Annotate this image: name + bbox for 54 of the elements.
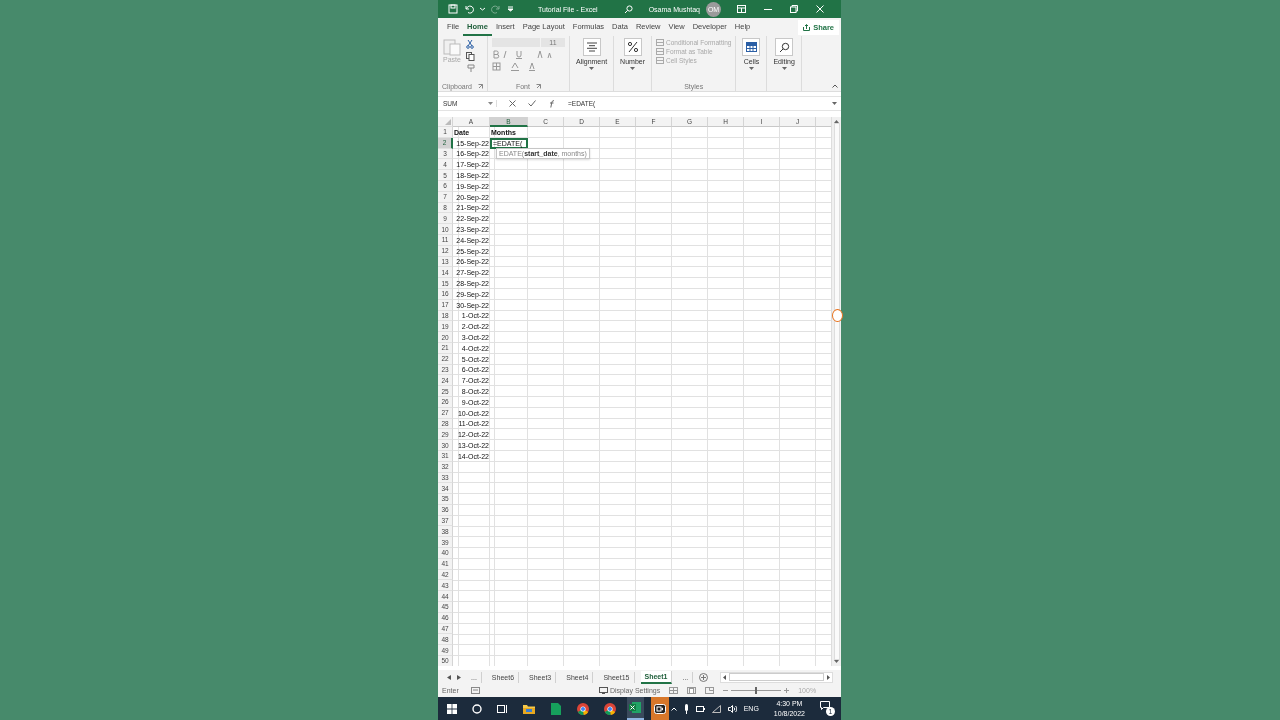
save-icon[interactable] bbox=[448, 4, 458, 14]
volume-icon[interactable] bbox=[727, 704, 737, 713]
table-icon bbox=[656, 48, 664, 55]
windows-start-icon[interactable] bbox=[447, 703, 457, 714]
tray-chevron-icon[interactable] bbox=[670, 706, 677, 711]
ribbon-display-icon[interactable] bbox=[737, 5, 746, 13]
share-icon bbox=[803, 23, 811, 31]
normal-view-icon[interactable] bbox=[669, 687, 679, 694]
add-sheet-icon[interactable] bbox=[699, 672, 709, 682]
browser-icon[interactable] bbox=[603, 702, 616, 715]
battery-icon[interactable] bbox=[695, 705, 705, 712]
search-circle-icon[interactable] bbox=[472, 703, 482, 714]
browser-icon[interactable] bbox=[576, 702, 589, 715]
table-icon bbox=[656, 39, 664, 46]
font-format-icons-drawing bbox=[491, 50, 552, 59]
close-icon[interactable] bbox=[816, 5, 824, 13]
restore-icon[interactable] bbox=[790, 5, 798, 13]
cancel-icon[interactable] bbox=[509, 100, 516, 107]
table-icon bbox=[656, 57, 664, 64]
caret-icon[interactable] bbox=[480, 7, 485, 11]
previous-sheet-icon[interactable] bbox=[447, 674, 451, 680]
network-icon[interactable] bbox=[711, 704, 721, 713]
collapse-ribbon-icon[interactable] bbox=[832, 84, 838, 88]
page-layout-icon[interactable] bbox=[687, 687, 697, 694]
customize-icon[interactable] bbox=[507, 6, 514, 12]
caret-icon bbox=[488, 102, 493, 105]
folder-icon[interactable] bbox=[523, 703, 535, 714]
scroll-right-icon[interactable] bbox=[827, 674, 830, 680]
search-icon[interactable] bbox=[623, 4, 633, 14]
page-break-icon[interactable] bbox=[705, 687, 715, 694]
task-view-icon[interactable] bbox=[497, 703, 508, 714]
caret-icon bbox=[589, 67, 595, 70]
scrollbar-thumb[interactable] bbox=[729, 673, 824, 681]
video-camera-icon[interactable] bbox=[653, 703, 666, 714]
caret-icon bbox=[748, 67, 754, 70]
scroll-left-icon[interactable] bbox=[723, 674, 727, 680]
expand-icon[interactable] bbox=[832, 102, 837, 105]
undo-icon[interactable] bbox=[464, 4, 474, 14]
circle-icon bbox=[832, 309, 843, 322]
caret-icon bbox=[781, 67, 787, 70]
document-app-icon[interactable] bbox=[550, 702, 561, 715]
zoom-out-icon[interactable] bbox=[723, 688, 729, 693]
zoom-slider-thumb[interactable] bbox=[755, 687, 758, 694]
monitor-icon bbox=[599, 687, 608, 694]
enter-icon[interactable] bbox=[528, 100, 536, 107]
zoom-in-icon[interactable] bbox=[784, 688, 790, 693]
next-sheet-icon[interactable] bbox=[457, 674, 461, 680]
spreadsheet-app-icon[interactable] bbox=[629, 702, 642, 713]
caret-icon bbox=[630, 67, 636, 70]
message-icon bbox=[820, 701, 830, 710]
scrollbar-thumb[interactable] bbox=[833, 123, 840, 660]
microphone-icon[interactable] bbox=[683, 703, 689, 714]
macro-record-icon[interactable] bbox=[471, 687, 480, 694]
insert-function-icon[interactable] bbox=[548, 99, 556, 108]
